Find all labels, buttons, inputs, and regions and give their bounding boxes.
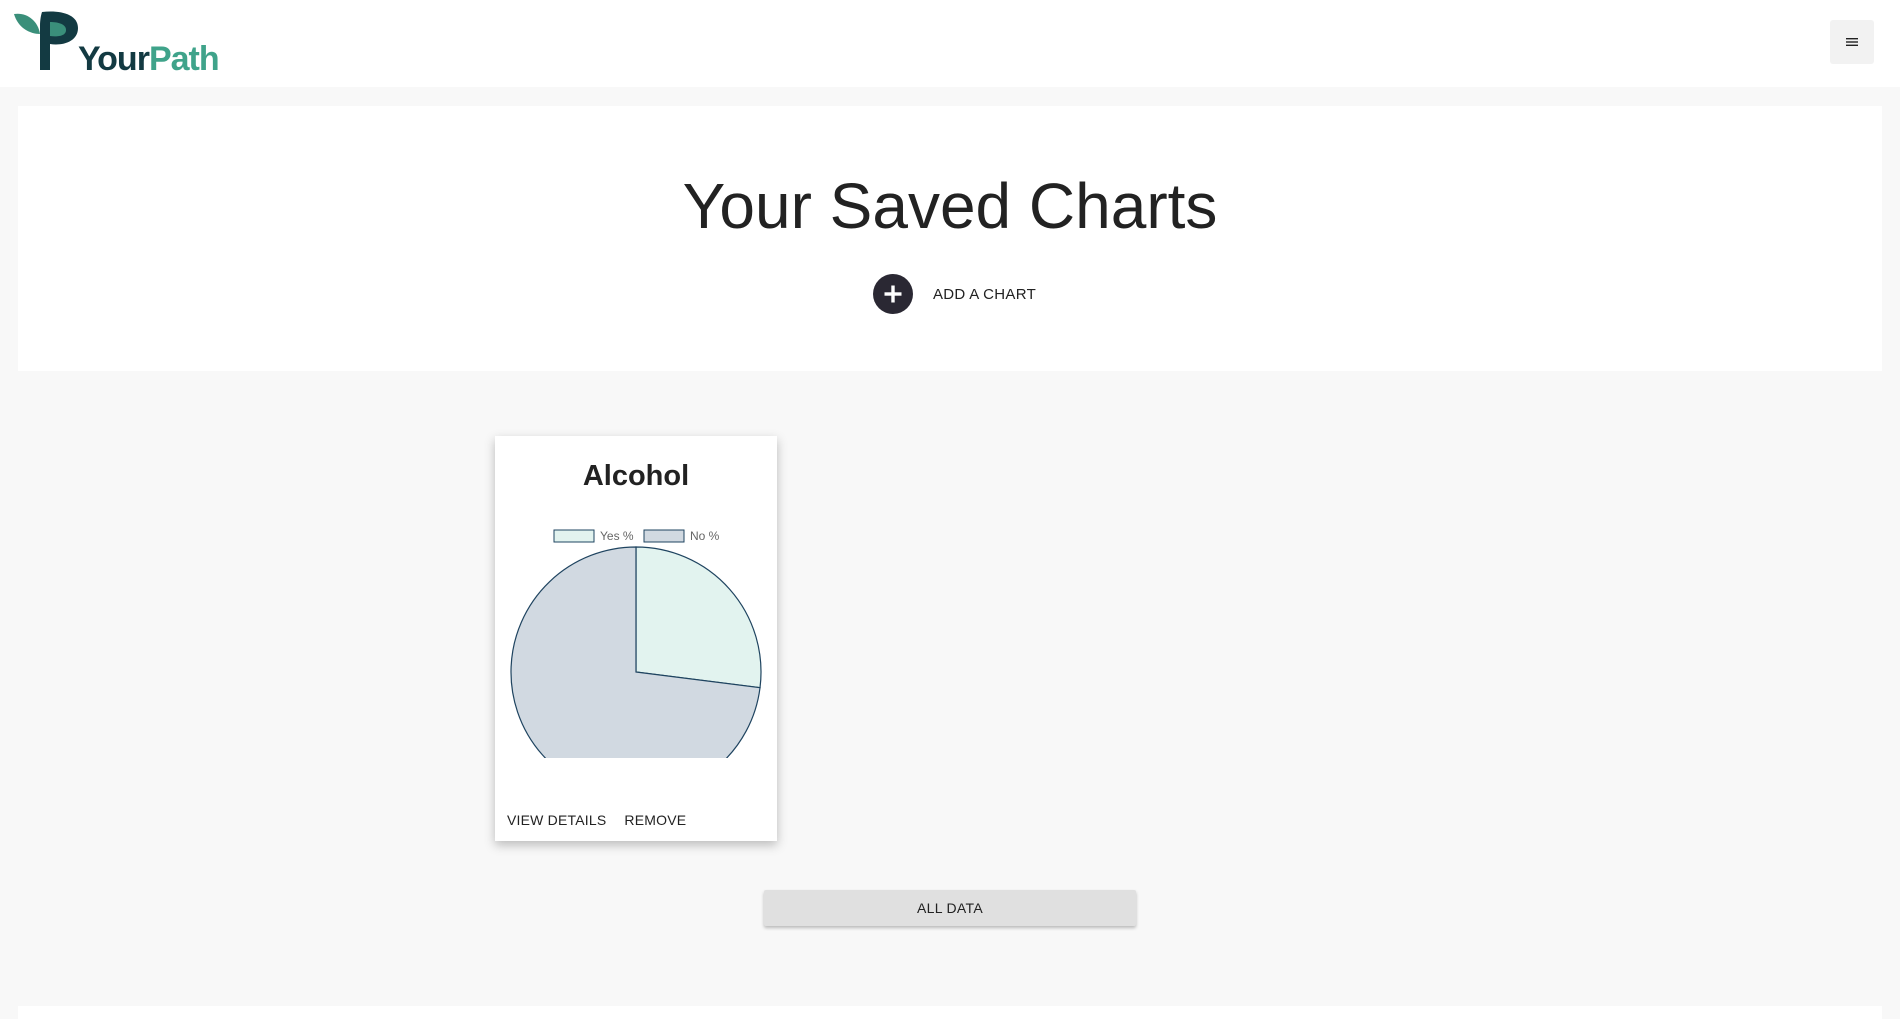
chart-card: Alcohol Yes % No % VIEW DETAILS REMOVE xyxy=(495,436,777,841)
yourpath-logo[interactable]: YourPath xyxy=(12,10,220,78)
all-data-button[interactable]: ALL DATA xyxy=(764,890,1136,926)
logo-text-path: Path xyxy=(148,40,220,78)
footer xyxy=(18,1006,1882,1019)
logo-text-your: Your xyxy=(78,40,150,78)
legend-swatch-1[interactable] xyxy=(643,529,685,543)
pie-slice-0[interactable] xyxy=(635,546,762,689)
menu-button[interactable] xyxy=(1830,20,1874,64)
pie-chart: Yes % No % xyxy=(510,529,762,758)
page-title: Your Saved Charts xyxy=(682,170,1218,242)
view-details-button[interactable]: VIEW DETAILS xyxy=(507,810,606,830)
legend-swatch-0[interactable] xyxy=(553,529,595,543)
card-actions: VIEW DETAILS REMOVE xyxy=(507,810,686,830)
add-chart-label[interactable]: ADD A CHART xyxy=(933,286,1036,303)
logo-wordmark: YourPath xyxy=(78,37,220,81)
saved-charts-hero: Your Saved Charts ADD A CHART xyxy=(18,106,1882,371)
hamburger-icon xyxy=(1846,38,1858,46)
add-chart-button[interactable]: ADD A CHART xyxy=(873,274,1036,314)
remove-button[interactable]: REMOVE xyxy=(624,810,686,830)
plus-icon xyxy=(884,285,902,303)
plus-circle-icon[interactable] xyxy=(873,274,913,314)
app-header: YourPath xyxy=(0,0,1900,87)
legend-label-0: Yes % xyxy=(600,529,634,543)
legend-label-1: No % xyxy=(690,529,720,543)
chart-card-title: Alcohol xyxy=(582,460,690,492)
leaf-logo-icon xyxy=(14,11,78,70)
